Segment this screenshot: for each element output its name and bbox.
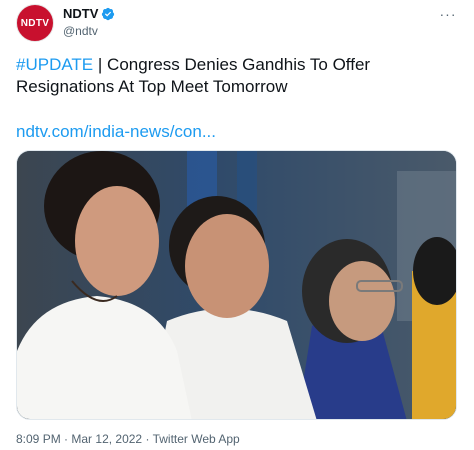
meta-dot-1: · bbox=[64, 432, 69, 446]
tweet-photo[interactable] bbox=[16, 150, 457, 420]
more-options-icon[interactable]: ··· bbox=[438, 6, 458, 22]
meta-dot-2: · bbox=[145, 432, 150, 446]
tweet-card: NDTV NDTV @ndtv ··· #UPDATE | Congress D… bbox=[0, 0, 474, 450]
avatar-logo-text: NDTV bbox=[20, 17, 50, 29]
tweet-date[interactable]: Mar 12, 2022 bbox=[71, 432, 142, 446]
verified-badge-icon bbox=[102, 7, 115, 20]
handle[interactable]: @ndtv bbox=[63, 24, 115, 38]
separator: | bbox=[97, 55, 103, 74]
hashtag-link[interactable]: #UPDATE bbox=[16, 55, 93, 74]
tweet-source[interactable]: Twitter Web App bbox=[153, 432, 240, 446]
tweet-text: #UPDATE | Congress Denies Gandhis To Off… bbox=[16, 54, 456, 98]
photo-illustration bbox=[17, 151, 456, 419]
tweet-meta: 8:09 PM · Mar 12, 2022 · Twitter Web App bbox=[16, 432, 240, 446]
tweet-header: NDTV NDTV @ndtv ··· bbox=[16, 4, 458, 44]
avatar[interactable]: NDTV bbox=[16, 4, 54, 42]
name-row: NDTV bbox=[63, 6, 115, 21]
display-name[interactable]: NDTV bbox=[63, 6, 98, 21]
tweet-time[interactable]: 8:09 PM bbox=[16, 432, 61, 446]
article-link[interactable]: ndtv.com/india-news/con... bbox=[16, 122, 216, 142]
author-info[interactable]: NDTV @ndtv bbox=[63, 6, 115, 38]
